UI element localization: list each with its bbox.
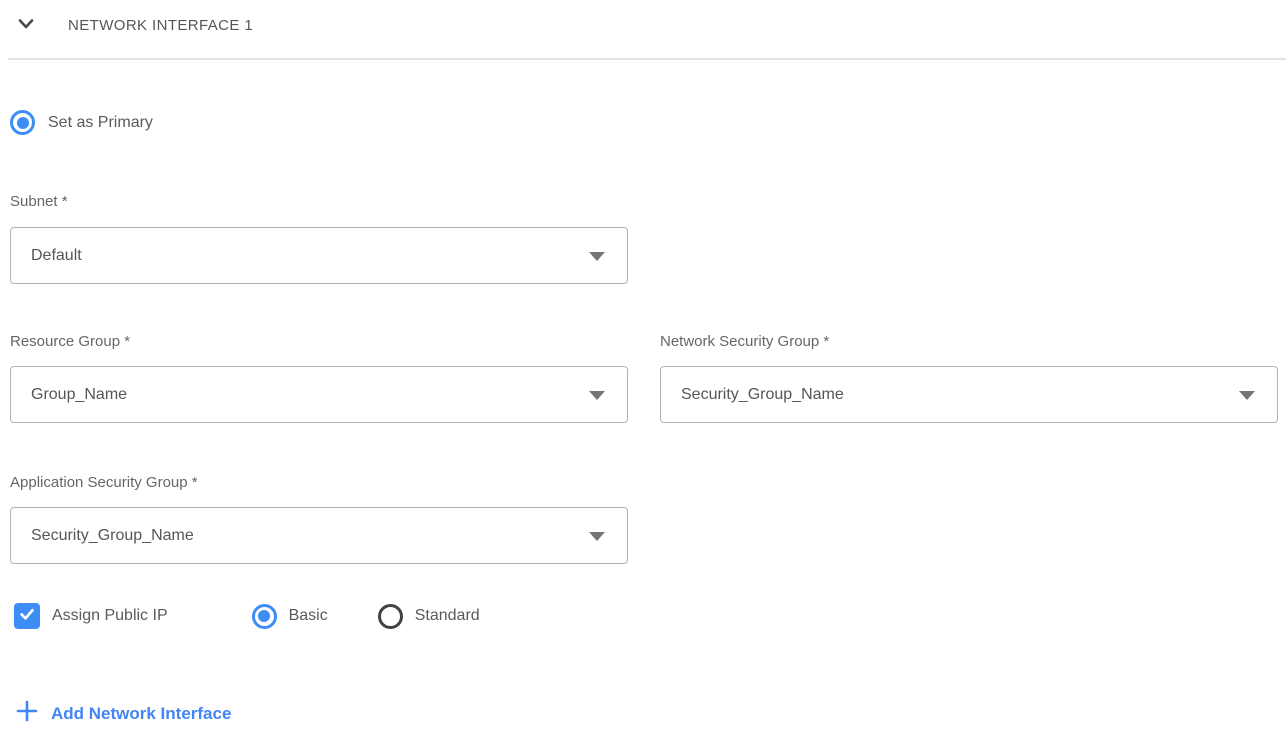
- assign-public-ip-option[interactable]: Assign Public IP: [14, 603, 168, 629]
- subnet-label: Subnet *: [10, 192, 628, 212]
- resource-group-select[interactable]: Group_Name: [10, 366, 628, 423]
- application-security-group-label: Application Security Group *: [10, 473, 628, 493]
- subnet-field: Subnet * Default: [10, 192, 628, 284]
- radio-dot: [17, 117, 29, 129]
- section-title: NETWORK INTERFACE 1: [68, 17, 253, 34]
- plus-icon: [16, 700, 38, 727]
- resource-group-selected-value: Group_Name: [31, 386, 127, 404]
- dropdown-caret-icon: [589, 532, 605, 541]
- section-divider: [8, 58, 1286, 60]
- chevron-down-icon: [16, 14, 36, 37]
- basic-radio[interactable]: [252, 604, 277, 629]
- radio-dot: [258, 610, 270, 622]
- network-security-group-label: Network Security Group *: [660, 332, 1278, 352]
- set-as-primary-radio[interactable]: [10, 110, 35, 135]
- basic-label: Basic: [289, 607, 328, 625]
- network-security-group-select[interactable]: Security_Group_Name: [660, 366, 1278, 423]
- application-security-group-field: Application Security Group * Security_Gr…: [10, 473, 628, 564]
- network-interface-section-header: NETWORK INTERFACE 1: [0, 0, 1286, 46]
- application-security-group-select[interactable]: Security_Group_Name: [10, 507, 628, 564]
- set-as-primary-label: Set as Primary: [48, 114, 153, 132]
- collapse-section-button[interactable]: [16, 15, 36, 35]
- subnet-select[interactable]: Default: [10, 227, 628, 284]
- basic-option[interactable]: Basic: [252, 604, 328, 629]
- public-ip-row: Assign Public IP Basic Standard: [10, 603, 1276, 629]
- subnet-selected-value: Default: [31, 247, 82, 265]
- dropdown-caret-icon: [589, 391, 605, 400]
- resource-group-label: Resource Group *: [10, 332, 628, 352]
- resource-group-field: Resource Group * Group_Name: [10, 332, 628, 423]
- assign-public-ip-label: Assign Public IP: [52, 607, 168, 625]
- network-security-group-field: Network Security Group * Security_Group_…: [660, 332, 1278, 423]
- standard-option[interactable]: Standard: [378, 604, 480, 629]
- set-as-primary-option[interactable]: Set as Primary: [10, 110, 1276, 135]
- standard-label: Standard: [415, 607, 480, 625]
- dropdown-caret-icon: [589, 252, 605, 261]
- application-security-group-selected-value: Security_Group_Name: [31, 527, 194, 545]
- dropdown-caret-icon: [1239, 391, 1255, 400]
- assign-public-ip-checkbox[interactable]: [14, 603, 40, 629]
- checkmark-icon: [18, 605, 36, 628]
- add-network-interface-link[interactable]: Add Network Interface: [16, 700, 1276, 727]
- network-security-group-selected-value: Security_Group_Name: [681, 386, 844, 404]
- add-network-interface-label: Add Network Interface: [51, 704, 231, 724]
- standard-radio[interactable]: [378, 604, 403, 629]
